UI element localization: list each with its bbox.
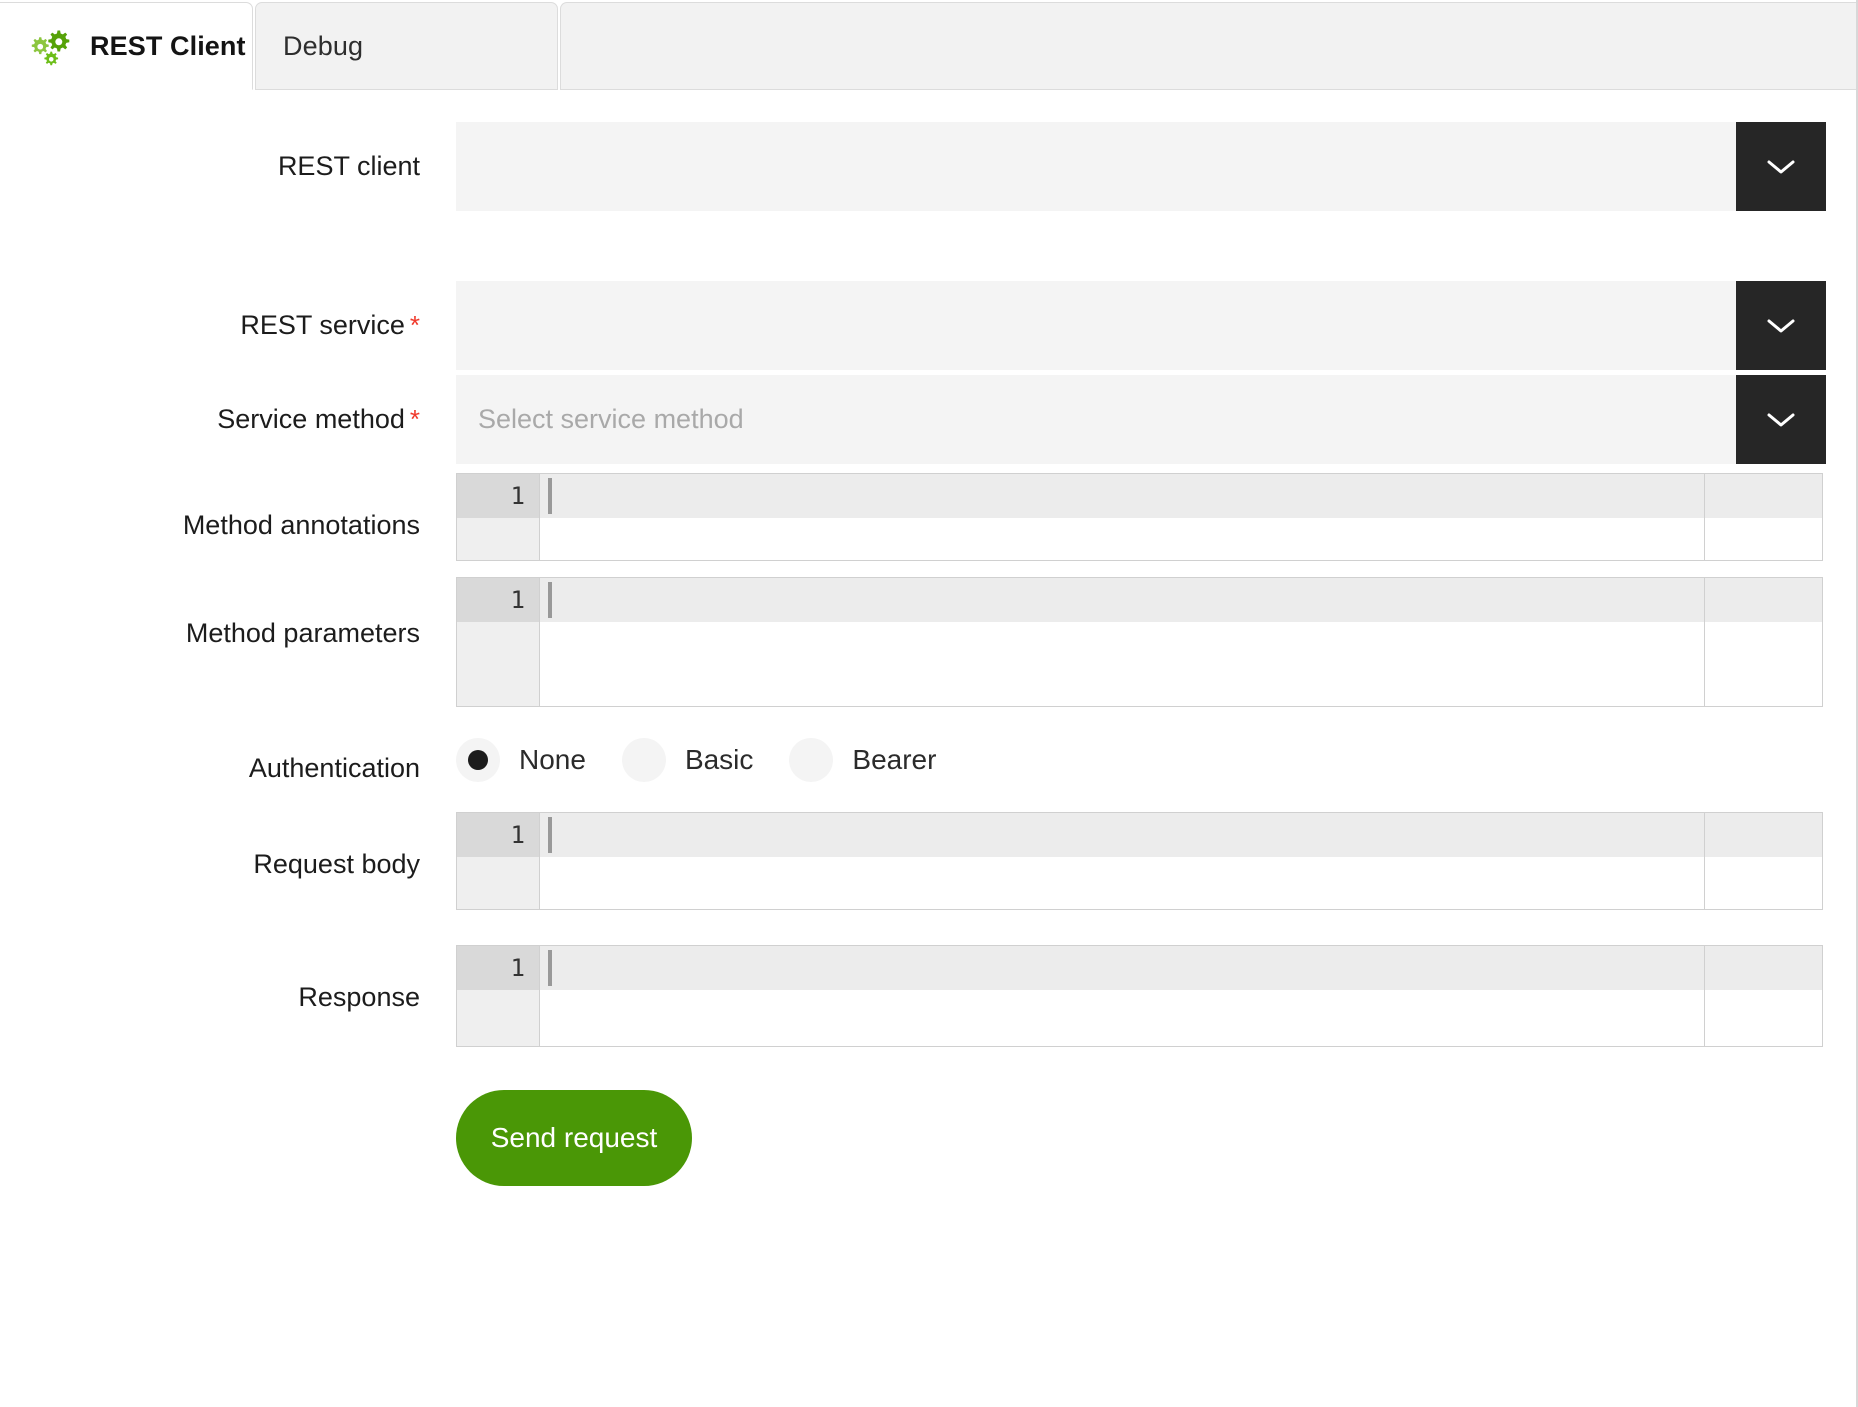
rest-service-dropdown-button[interactable]: [1736, 281, 1826, 370]
authentication-label-text: Authentication: [249, 753, 420, 783]
scrollbar-track: [1705, 813, 1822, 857]
rest-service-select[interactable]: [456, 281, 1826, 370]
active-line-highlight: [540, 474, 1822, 518]
rest-service-required-marker: *: [410, 310, 420, 340]
radio-basic-indicator: [622, 738, 666, 782]
method-annotations-textarea[interactable]: [539, 474, 1822, 560]
method-parameters-editor[interactable]: 1: [456, 577, 1823, 707]
editor-scrollbar[interactable]: [1704, 474, 1822, 560]
radio-auth-bearer[interactable]: Bearer: [789, 738, 958, 782]
tab-debug[interactable]: Debug: [255, 2, 558, 90]
scrollbar-track: [1705, 578, 1822, 622]
editor-scrollbar[interactable]: [1704, 813, 1822, 909]
tab-debug-label: Debug: [283, 31, 363, 62]
radio-bearer-indicator: [789, 738, 833, 782]
chevron-down-icon: [1766, 158, 1796, 176]
method-annotations-label: Method annotations: [0, 509, 420, 541]
response-editor[interactable]: 1: [456, 945, 1823, 1047]
radio-basic-label: Basic: [685, 744, 753, 776]
rest-client-window: REST Client Debug REST client: [0, 0, 1858, 1407]
radio-none-indicator: [456, 738, 500, 782]
response-label-text: Response: [298, 982, 420, 1012]
rest-service-label: REST service*: [0, 309, 420, 341]
request-body-editor[interactable]: 1: [456, 812, 1823, 910]
chevron-down-icon: [1766, 411, 1796, 429]
tab-rest-client-label: REST Client: [90, 31, 246, 62]
tab-rest-client[interactable]: REST Client: [0, 2, 253, 90]
send-request-button[interactable]: Send request: [456, 1090, 692, 1186]
tab-strip: REST Client Debug: [0, 0, 1858, 90]
response-label: Response: [0, 981, 420, 1013]
rest-client-select[interactable]: [456, 122, 1826, 211]
request-body-textarea[interactable]: [539, 813, 1822, 909]
text-caret: [548, 950, 552, 986]
gears-icon: [28, 24, 72, 68]
request-body-gutter: 1: [457, 813, 539, 909]
request-body-label-text: Request body: [253, 849, 420, 879]
authentication-radio-group: None Basic Bearer: [456, 738, 972, 782]
tab-strip-filler: [560, 2, 1858, 90]
service-method-input[interactable]: Select service method: [456, 375, 1736, 464]
rest-client-input[interactable]: [456, 122, 1736, 211]
active-line-highlight: [540, 946, 1822, 990]
method-annotations-gutter: 1: [457, 474, 539, 560]
radio-none-label: None: [519, 744, 586, 776]
method-parameters-label-text: Method parameters: [186, 618, 420, 648]
service-method-label-text: Service method: [217, 404, 405, 434]
service-method-required-marker: *: [410, 404, 420, 434]
request-body-label: Request body: [0, 848, 420, 880]
method-annotations-editor[interactable]: 1: [456, 473, 1823, 561]
radio-auth-basic[interactable]: Basic: [622, 738, 775, 782]
method-annotations-label-text: Method annotations: [183, 510, 420, 540]
scrollbar-track: [1705, 946, 1822, 990]
response-gutter: 1: [457, 946, 539, 1046]
method-parameters-label: Method parameters: [0, 617, 420, 649]
active-line-highlight: [540, 578, 1822, 622]
rest-service-input[interactable]: [456, 281, 1736, 370]
rest-service-label-text: REST service: [240, 310, 405, 340]
rest-client-label-text: REST client: [278, 151, 420, 181]
method-parameters-gutter: 1: [457, 578, 539, 706]
authentication-label: Authentication: [0, 752, 420, 784]
method-parameters-textarea[interactable]: [539, 578, 1822, 706]
response-textarea[interactable]: [539, 946, 1822, 1046]
radio-auth-none[interactable]: None: [456, 738, 608, 782]
line-number: 1: [457, 813, 539, 857]
service-method-select[interactable]: Select service method: [456, 375, 1826, 464]
scrollbar-track: [1705, 474, 1822, 518]
text-caret: [548, 582, 552, 618]
line-number: 1: [457, 578, 539, 622]
editor-scrollbar[interactable]: [1704, 578, 1822, 706]
rest-client-label: REST client: [0, 150, 420, 182]
active-line-highlight: [540, 813, 1822, 857]
service-method-label: Service method*: [0, 403, 420, 435]
text-caret: [548, 817, 552, 853]
line-number: 1: [457, 946, 539, 990]
editor-scrollbar[interactable]: [1704, 946, 1822, 1046]
chevron-down-icon: [1766, 317, 1796, 335]
radio-bearer-label: Bearer: [852, 744, 936, 776]
service-method-dropdown-button[interactable]: [1736, 375, 1826, 464]
line-number: 1: [457, 474, 539, 518]
rest-client-dropdown-button[interactable]: [1736, 122, 1826, 211]
text-caret: [548, 478, 552, 514]
